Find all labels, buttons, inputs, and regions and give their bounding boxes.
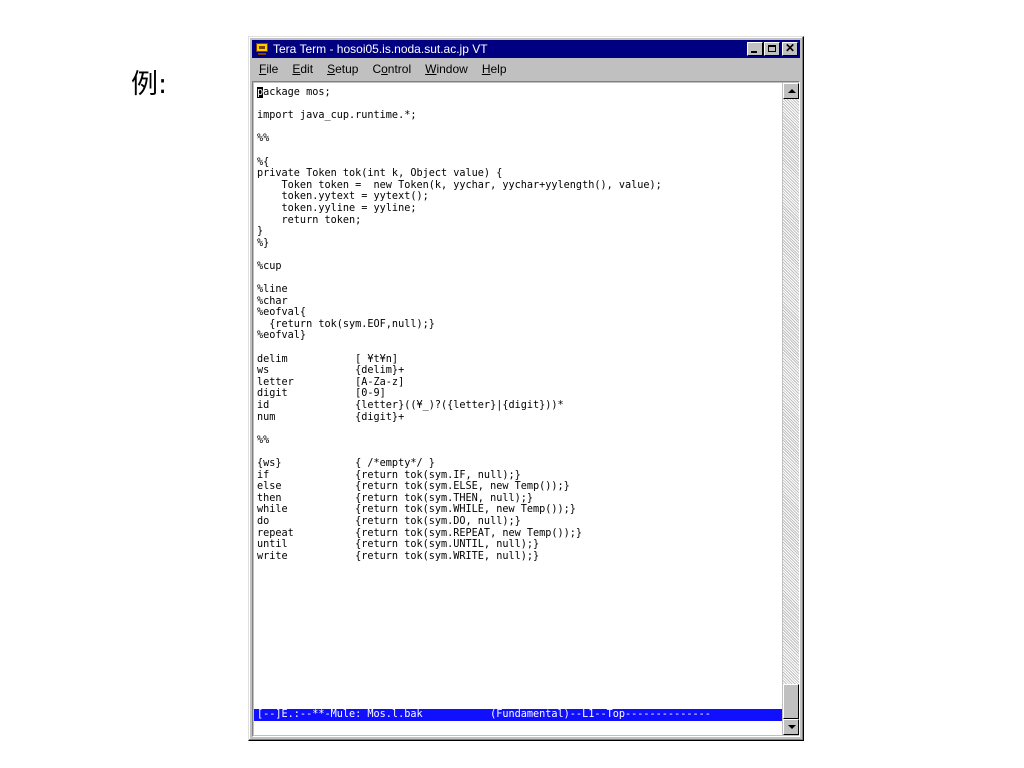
client-area: package mos; import java_cup.runtime.*; … [252,81,800,737]
menu-control[interactable]: Control [365,62,418,76]
maximize-button[interactable] [764,42,780,56]
menu-setup[interactable]: Setup [320,62,365,76]
menu-edit[interactable]: Edit [285,62,320,76]
window-title: Tera Term - hosoi05.is.noda.sut.ac.jp VT [273,42,488,56]
tera-term-icon[interactable] [255,42,269,56]
window-controls: ✕ [746,41,798,56]
minimize-button[interactable] [747,42,763,56]
terminal-text: package mos; import java_cup.runtime.*; … [254,83,782,562]
close-button[interactable]: ✕ [782,41,798,56]
maximize-icon [768,45,776,52]
title-bar[interactable]: Tera Term - hosoi05.is.noda.sut.ac.jp VT… [252,40,800,58]
menu-help[interactable]: Help [475,62,514,76]
scroll-up-button[interactable] [783,83,799,99]
minimize-icon [751,51,757,53]
menu-window[interactable]: Window [418,62,475,76]
scroll-down-button[interactable] [783,719,799,735]
arrow-up-icon [788,89,796,93]
terminal-buffer: ackage mos; import java_cup.runtime.*; %… [257,87,662,562]
menu-bar: File Edit Setup Control Window Help [252,60,514,78]
slide-example-label: 例: [131,69,168,100]
menu-file[interactable]: File [252,62,285,76]
tera-term-window: Tera Term - hosoi05.is.noda.sut.ac.jp VT… [248,36,804,741]
terminal-screen[interactable]: package mos; import java_cup.runtime.*; … [254,83,782,735]
scroll-thumb[interactable] [783,684,799,719]
arrow-down-icon [788,725,796,729]
vertical-scrollbar[interactable] [783,83,799,735]
mule-mode-line: [--]E.:--**-Mule: Mos.l.bak (Fundamental… [254,709,782,721]
close-icon: ✕ [784,41,796,55]
